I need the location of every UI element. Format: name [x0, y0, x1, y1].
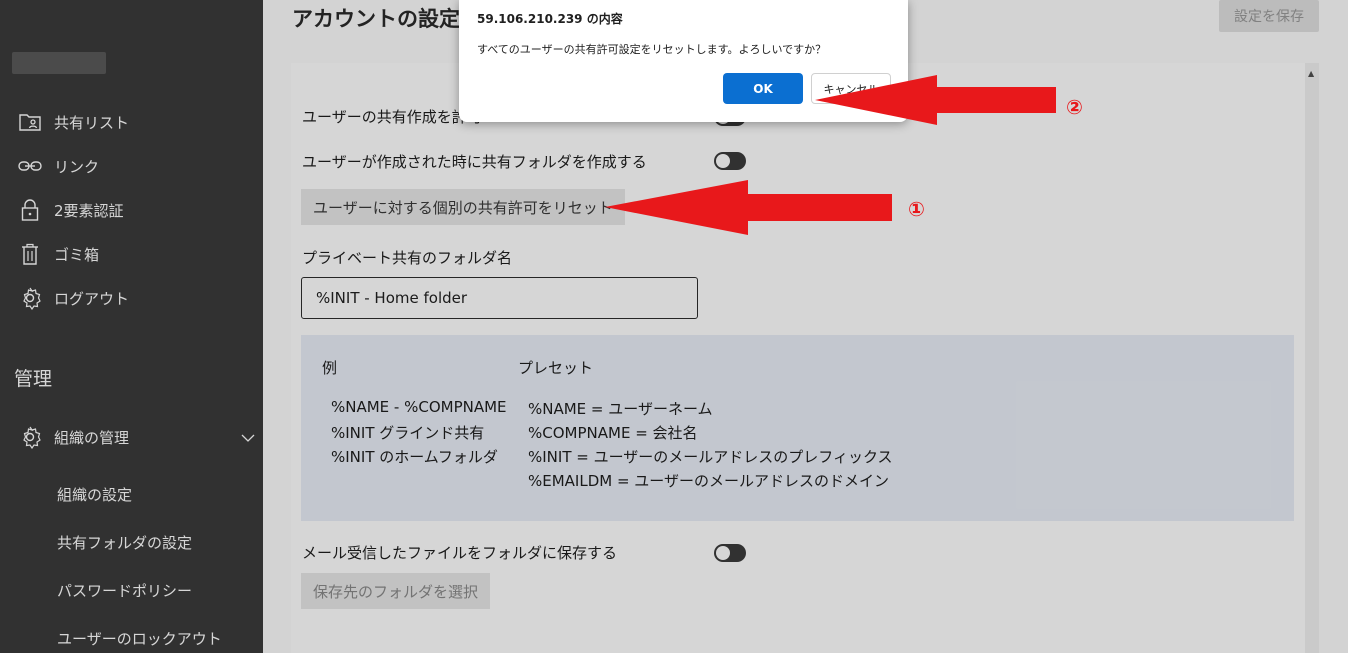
dialog-cancel-button[interactable]: キャンセル	[811, 73, 891, 104]
dialog-ok-button[interactable]: OK	[723, 73, 803, 104]
confirm-dialog: 59.106.210.239 の内容 すべてのユーザーの共有許可設定をリセットし…	[459, 0, 908, 122]
dialog-title: 59.106.210.239 の内容	[477, 12, 623, 26]
annotation-marker-2: ②	[1066, 95, 1083, 119]
dialog-message: すべてのユーザーの共有許可設定をリセットします。よろしいですか？	[477, 43, 827, 56]
annotation-marker-1: ①	[908, 197, 925, 221]
